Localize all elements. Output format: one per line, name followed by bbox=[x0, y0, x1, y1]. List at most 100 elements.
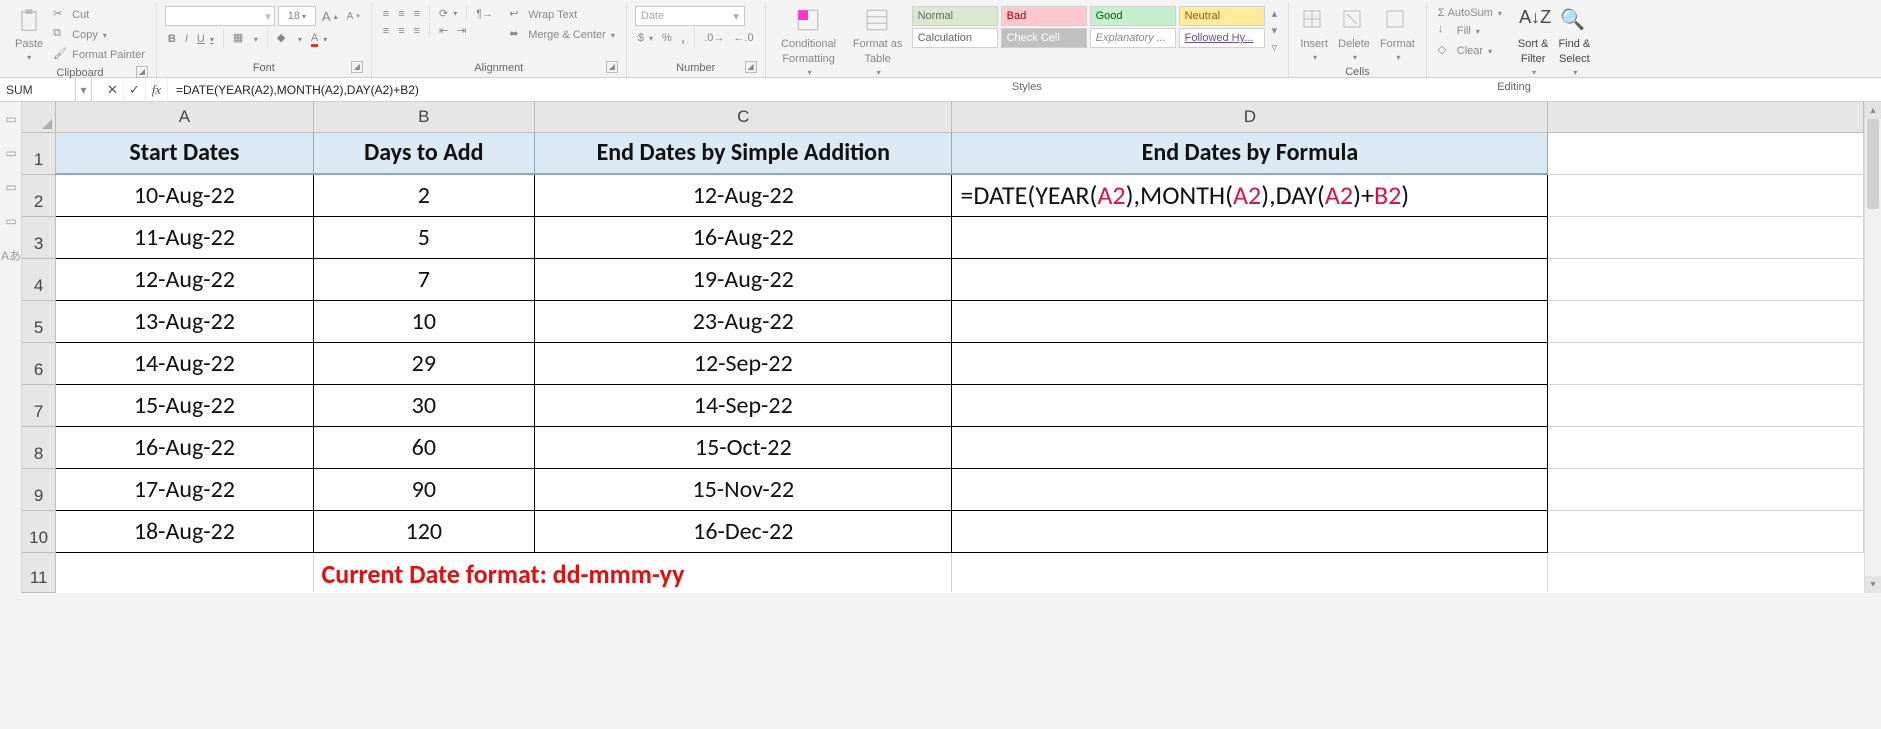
enter-formula-button[interactable]: ✓ bbox=[124, 78, 146, 101]
name-box-dropdown[interactable]: ▾ bbox=[76, 78, 92, 101]
row-header-9[interactable]: 9 bbox=[22, 468, 56, 510]
cell-B8[interactable]: 60 bbox=[313, 426, 535, 468]
cell-A5[interactable]: 13-Aug-22 bbox=[56, 300, 313, 342]
decrease-font-button[interactable]: A▾ bbox=[344, 10, 363, 23]
cell-D9[interactable] bbox=[952, 468, 1548, 510]
font-dialog-launcher[interactable]: ◢ bbox=[351, 61, 363, 73]
cell-B1[interactable]: Days to Add bbox=[313, 132, 535, 174]
vertical-scrollbar[interactable]: ▴ ▾ bbox=[1864, 102, 1881, 593]
fill-button[interactable]: ↓ Fill bbox=[1435, 22, 1505, 40]
cell-B4[interactable]: 7 bbox=[313, 258, 535, 300]
align-bottom-button[interactable]: ≡ bbox=[411, 7, 423, 21]
col-header-D[interactable]: D bbox=[952, 102, 1548, 132]
spreadsheet-grid[interactable]: A B C D 1 Start Dates Days to Add End Da… bbox=[22, 102, 1864, 593]
row-header-10[interactable]: 10 bbox=[22, 510, 56, 552]
style-followed-hyperlink[interactable]: Followed Hy... bbox=[1179, 28, 1265, 48]
sort-filter-button[interactable]: A↓Z Sort & Filter bbox=[1515, 6, 1552, 78]
decrease-decimal-button[interactable]: ←.0 bbox=[730, 31, 756, 45]
border-button[interactable]: ▦ bbox=[230, 30, 261, 48]
cell-A7[interactable]: 15-Aug-22 bbox=[56, 384, 313, 426]
cell-C2[interactable]: 12-Aug-22 bbox=[535, 174, 952, 216]
number-format-combo[interactable]: Date ▾ bbox=[635, 6, 745, 26]
cell-E4[interactable] bbox=[1548, 258, 1864, 300]
cell-A10[interactable]: 18-Aug-22 bbox=[56, 510, 313, 552]
cut-button[interactable]: ✂ Cut bbox=[50, 6, 148, 24]
percent-button[interactable]: % bbox=[659, 31, 675, 45]
format-cells-button[interactable]: Format bbox=[1377, 6, 1418, 63]
row-header-11[interactable]: 11 bbox=[22, 552, 56, 592]
italic-button[interactable]: I bbox=[182, 32, 191, 46]
cell-C3[interactable]: 16-Aug-22 bbox=[535, 216, 952, 258]
style-normal[interactable]: Normal bbox=[912, 6, 998, 26]
font-color-button[interactable]: A bbox=[308, 31, 330, 48]
cell-B6[interactable]: 29 bbox=[313, 342, 535, 384]
cell-A9[interactable]: 17-Aug-22 bbox=[56, 468, 313, 510]
cell-D1[interactable]: End Dates by Formula bbox=[952, 132, 1548, 174]
row-header-6[interactable]: 6 bbox=[22, 342, 56, 384]
cell-B3[interactable]: 5 bbox=[313, 216, 535, 258]
scroll-down-button[interactable]: ▾ bbox=[1865, 576, 1881, 593]
align-top-button[interactable]: ≡ bbox=[380, 7, 392, 21]
cell-E6[interactable] bbox=[1548, 342, 1864, 384]
merge-center-button[interactable]: ⬌ Merge & Center bbox=[506, 26, 618, 44]
align-center-button[interactable]: ≡ bbox=[395, 24, 407, 38]
align-left-button[interactable]: ≡ bbox=[380, 24, 392, 38]
currency-button[interactable]: $ bbox=[635, 31, 656, 45]
clear-button[interactable]: ◇ Clear bbox=[1435, 42, 1505, 60]
style-good[interactable]: Good bbox=[1090, 6, 1176, 26]
style-explanatory[interactable]: Explanatory ... bbox=[1090, 28, 1176, 48]
name-box[interactable]: SUM bbox=[0, 78, 76, 101]
cell-E10[interactable] bbox=[1548, 510, 1864, 552]
format-painter-button[interactable]: 🖌 Format Painter bbox=[50, 46, 148, 64]
font-name-combo[interactable]: ▾ bbox=[165, 6, 275, 26]
row-header-4[interactable]: 4 bbox=[22, 258, 56, 300]
cell-A11[interactable] bbox=[56, 552, 313, 592]
row-header-3[interactable]: 3 bbox=[22, 216, 56, 258]
cell-E1[interactable] bbox=[1548, 132, 1864, 174]
cell-E9[interactable] bbox=[1548, 468, 1864, 510]
increase-font-button[interactable]: A▴ bbox=[319, 8, 341, 25]
cell-B5[interactable]: 10 bbox=[313, 300, 535, 342]
cell-D5[interactable] bbox=[952, 300, 1548, 342]
cell-D8[interactable] bbox=[952, 426, 1548, 468]
row-header-7[interactable]: 7 bbox=[22, 384, 56, 426]
comma-button[interactable]: , bbox=[678, 28, 688, 48]
cell-C5[interactable]: 23-Aug-22 bbox=[535, 300, 952, 342]
style-gallery-down[interactable]: ▾ bbox=[1269, 23, 1281, 38]
cell-C8[interactable]: 15-Oct-22 bbox=[535, 426, 952, 468]
col-header-C[interactable]: C bbox=[535, 102, 952, 132]
font-size-combo[interactable]: 18▾ bbox=[278, 6, 316, 26]
style-gallery-more[interactable]: ▿ bbox=[1269, 40, 1281, 55]
align-middle-button[interactable]: ≡ bbox=[395, 7, 407, 21]
cell-B2[interactable]: 2 bbox=[313, 174, 535, 216]
cell-C1[interactable]: End Dates by Simple Addition bbox=[535, 132, 952, 174]
paste-button[interactable]: Paste ▾ bbox=[12, 6, 46, 63]
format-as-table-button[interactable]: Format as Table bbox=[848, 6, 908, 78]
number-dialog-launcher[interactable]: ◢ bbox=[745, 61, 757, 73]
cell-E11[interactable] bbox=[1548, 552, 1864, 592]
row-header-1[interactable]: 1 bbox=[22, 132, 56, 174]
cell-B9[interactable]: 90 bbox=[313, 468, 535, 510]
increase-decimal-button[interactable]: .0→ bbox=[701, 31, 727, 45]
style-calculation[interactable]: Calculation bbox=[912, 28, 998, 48]
cell-E7[interactable] bbox=[1548, 384, 1864, 426]
cell-D2[interactable]: =DATE(YEAR(A2),MONTH(A2),DAY(A2)+B2) bbox=[952, 174, 1548, 216]
cell-A8[interactable]: 16-Aug-22 bbox=[56, 426, 313, 468]
increase-indent-button[interactable]: ⇥ bbox=[454, 23, 469, 38]
cell-B11[interactable]: Current Date format: dd-mmm-yy bbox=[313, 552, 952, 592]
delete-cells-button[interactable]: Delete bbox=[1335, 6, 1373, 63]
cell-C6[interactable]: 12-Sep-22 bbox=[535, 342, 952, 384]
scroll-thumb[interactable] bbox=[1867, 119, 1879, 209]
cell-E5[interactable] bbox=[1548, 300, 1864, 342]
cell-D6[interactable] bbox=[952, 342, 1548, 384]
cancel-formula-button[interactable]: ✕ bbox=[102, 78, 124, 101]
cell-A1[interactable]: Start Dates bbox=[56, 132, 313, 174]
cell-B10[interactable]: 120 bbox=[313, 510, 535, 552]
cell-D4[interactable] bbox=[952, 258, 1548, 300]
autosum-button[interactable]: Σ AutoSum bbox=[1435, 6, 1505, 20]
cell-E8[interactable] bbox=[1548, 426, 1864, 468]
rail-icon-1[interactable]: ▭ bbox=[0, 102, 22, 136]
underline-button[interactable]: U bbox=[194, 32, 217, 46]
cell-A2[interactable]: 10-Aug-22 bbox=[56, 174, 313, 216]
alignment-dialog-launcher[interactable]: ◢ bbox=[606, 61, 618, 73]
